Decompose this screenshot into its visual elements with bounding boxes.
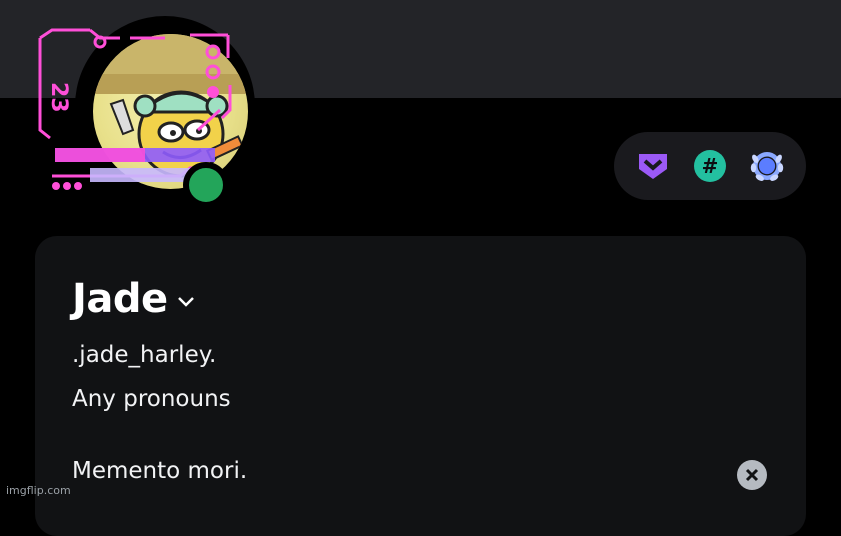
hypesquad-bravery-icon[interactable]	[635, 148, 671, 184]
close-icon	[745, 468, 759, 482]
bio-text: Memento mori.	[72, 458, 248, 484]
close-button[interactable]	[737, 460, 767, 490]
pronouns: Any pronouns	[72, 386, 231, 412]
profile-card: Jade .jade_harley. Any pronouns Memento …	[35, 236, 806, 536]
username: .jade_harley.	[72, 342, 217, 368]
laurel-quest-badge-icon[interactable]	[749, 148, 785, 184]
display-name-row[interactable]: Jade	[72, 276, 196, 322]
avatar-container[interactable]: 23	[30, 10, 255, 208]
online-status-indicator	[183, 162, 229, 208]
svg-text:23: 23	[46, 82, 71, 113]
hashtag-badge-icon[interactable]: #	[692, 148, 728, 184]
chevron-down-icon[interactable]	[176, 295, 196, 309]
watermark: imgflip.com	[6, 484, 71, 497]
svg-text:#: #	[702, 154, 719, 178]
display-name: Jade	[72, 276, 168, 322]
badge-list: #	[614, 132, 806, 200]
